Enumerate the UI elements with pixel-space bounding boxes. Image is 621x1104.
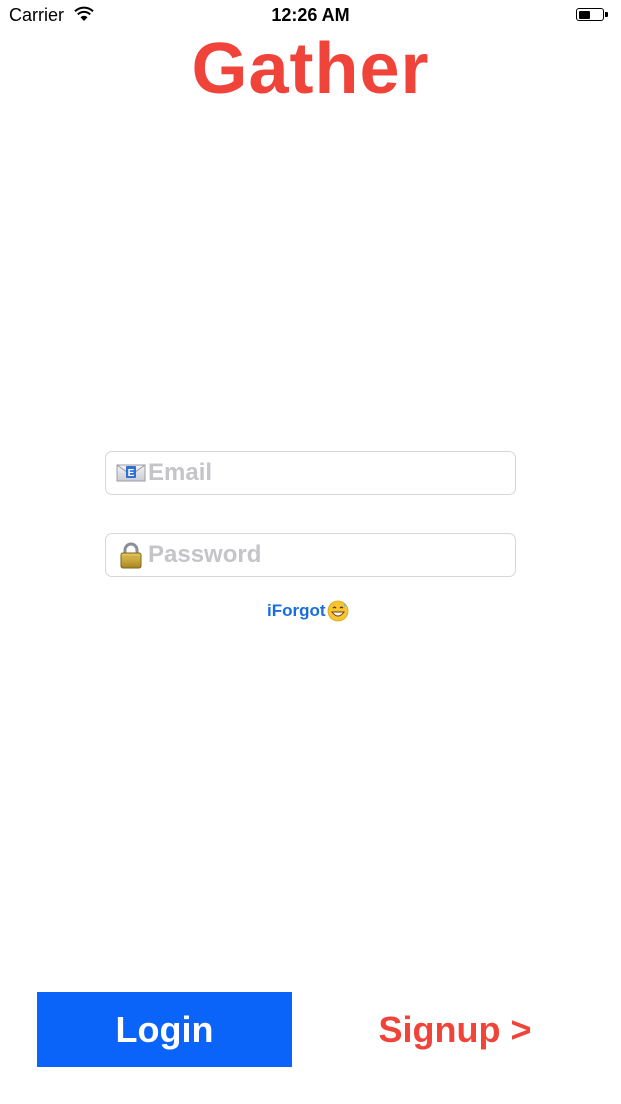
email-input[interactable]	[148, 452, 507, 494]
battery-icon	[576, 8, 604, 21]
password-field[interactable]	[105, 533, 516, 577]
envelope-icon: E	[116, 464, 146, 482]
app-title: Gather	[191, 29, 430, 109]
login-button[interactable]: Login	[37, 992, 292, 1067]
forgot-password-link[interactable]: iForgot	[267, 600, 349, 622]
lock-icon	[120, 542, 142, 569]
forgot-password-label: iForgot	[267, 601, 326, 620]
password-input[interactable]	[148, 534, 507, 576]
status-time: 12:26 AM	[271, 5, 350, 25]
grinning-sweat-emoji-icon	[327, 600, 348, 622]
battery-tip	[605, 12, 608, 17]
signup-button[interactable]: Signup >	[350, 992, 560, 1067]
svg-text:E: E	[128, 468, 135, 479]
email-field[interactable]: E	[105, 451, 516, 495]
battery-level	[578, 10, 590, 19]
